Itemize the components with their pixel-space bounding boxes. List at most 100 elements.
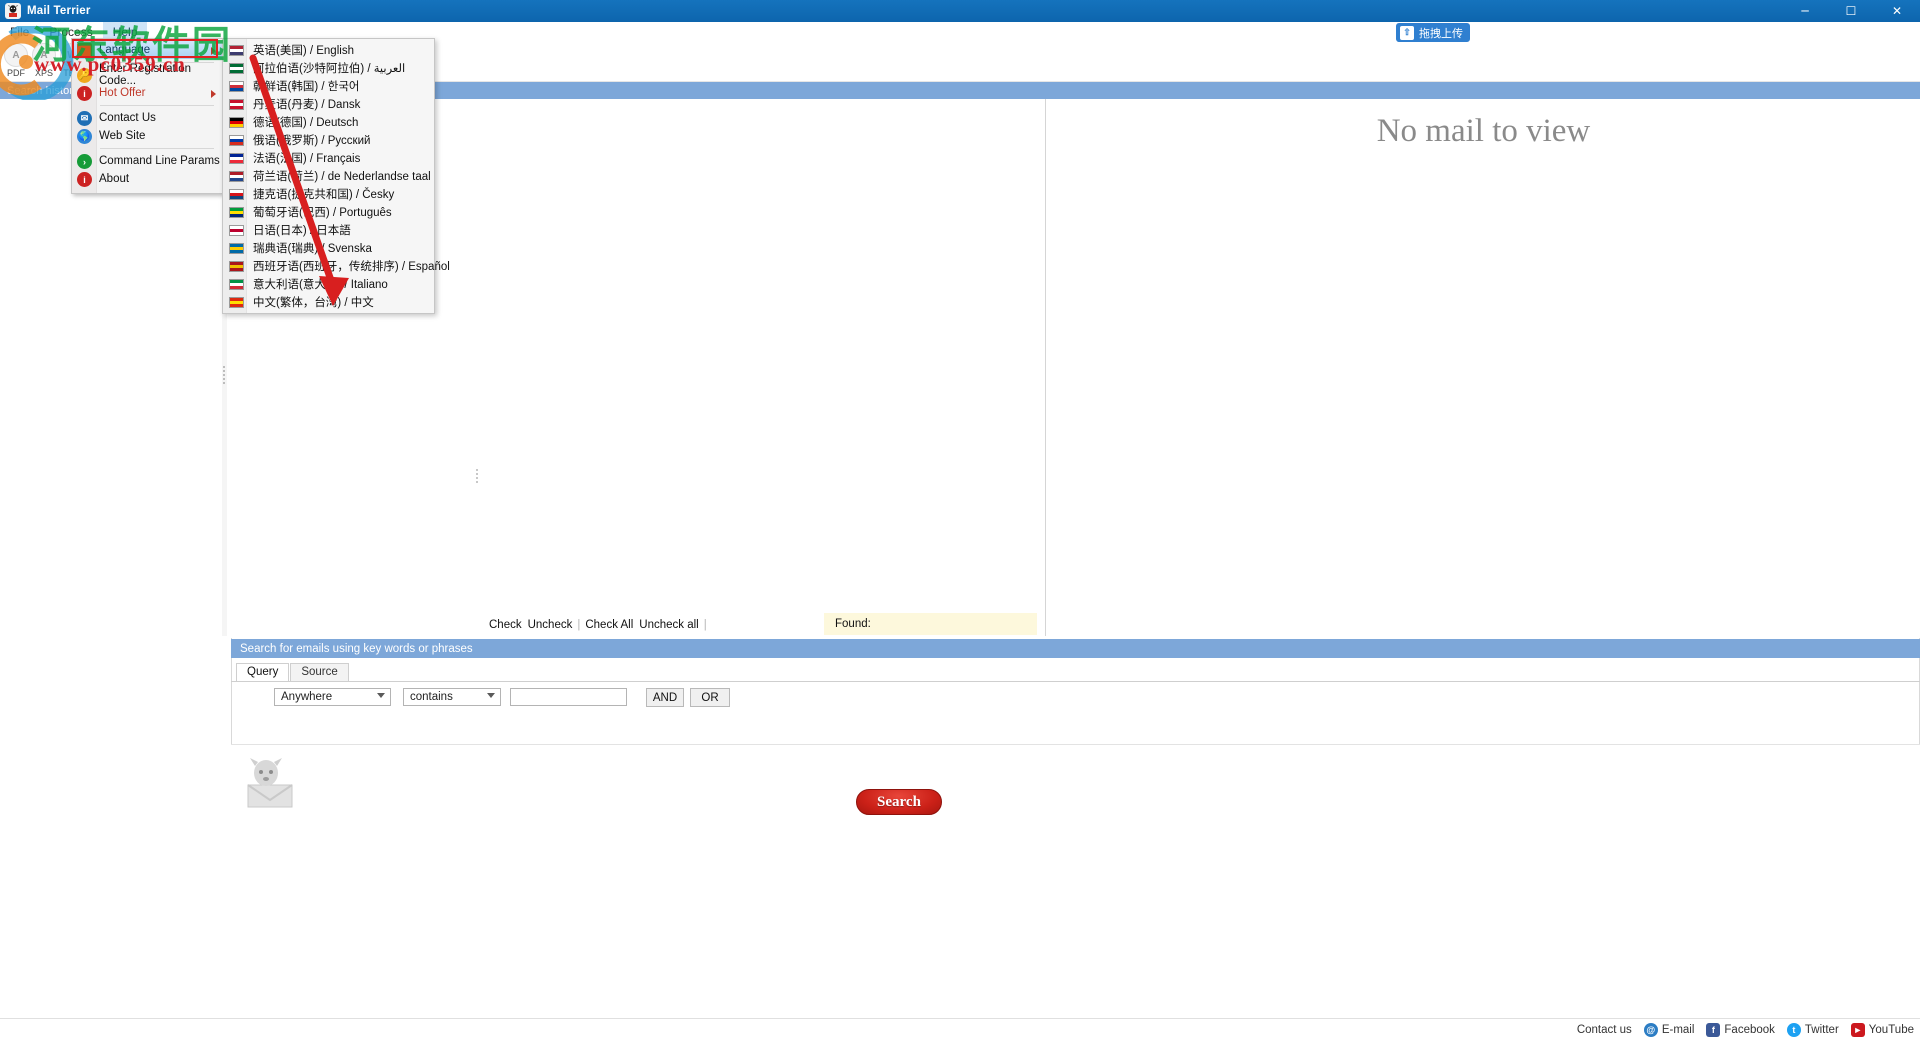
lang-german[interactable]: 德语(德国) / Deutsch [223,113,434,131]
menu-file[interactable]: File [0,22,39,43]
footer-link-facebook[interactable]: f Facebook [1706,1022,1775,1037]
operator-select-value: contains [410,691,453,703]
toolbar-xps[interactable]: A XPS [31,43,57,78]
uncheck-button[interactable]: Uncheck [528,619,573,631]
info-red-icon: i [77,86,92,101]
help-item-command-line-params-label: Command Line Params [99,155,220,167]
info-red-icon-2: i [77,172,92,187]
title-bar: Mail Terrier ─ ☐ ✕ [0,0,1920,22]
lang-russian[interactable]: 俄语(俄罗斯) / Русский [223,131,434,149]
lang-german-label: 德语(德国) / Deutsch [253,117,359,129]
help-item-hot-offer[interactable]: i Hot Offer [72,84,222,102]
lang-danish[interactable]: 丹麦语(丹麦) / Dansk [223,95,434,113]
lang-italian[interactable]: 意大利语(意大利) / Italiano [223,275,434,293]
footer-link-email[interactable]: @ E-mail [1643,1022,1695,1037]
help-item-contact-us-label: Contact Us [99,112,156,124]
lang-spanish[interactable]: 西班牙语(西班牙，传统排序) / Español [223,257,450,275]
email-icon: @ [1643,1022,1658,1037]
search-action-area: Search [231,744,1920,829]
lang-arabic-label: 阿拉伯语(沙特阿拉伯) / العربية [253,63,406,75]
lang-portuguese-label: 葡萄牙语(巴西) / Português [253,207,392,219]
footer-link-youtube-label: YouTube [1868,1023,1914,1036]
lang-japanese[interactable]: 日语(日本) / 日本語 [223,221,434,239]
found-label: Found: [835,618,871,630]
menu-separator-2 [100,105,214,106]
window-title: Mail Terrier [27,5,91,17]
query-panel-title: Search for emails using key words or phr… [240,642,473,655]
lang-spanish-label: 西班牙语(西班牙，传统排序) / Español [253,261,450,273]
flag-it-icon [229,279,244,290]
flag-us-icon [229,45,244,56]
or-button[interactable]: OR [690,688,730,707]
lang-italian-label: 意大利语(意大利) / Italiano [253,279,388,291]
maximize-button[interactable]: ☐ [1828,0,1874,22]
flag-dk-icon [229,99,244,110]
lang-dutch[interactable]: 荷兰语(荷兰) / de Nederlandse taal [223,167,434,185]
no-mail-message: No mail to view [1376,113,1591,149]
close-button[interactable]: ✕ [1874,0,1920,22]
minimize-button[interactable]: ─ [1782,0,1828,22]
lang-english[interactable]: 英语(美国) / English [223,41,434,59]
operator-select[interactable]: contains [403,688,501,706]
footer-bar: Contact us @ E-mail f Facebook t Twitter… [0,1018,1920,1040]
lang-swedish-label: 瑞典语(瑞典) / Svenska [253,243,372,255]
submenu-arrow-icon-2 [211,90,216,98]
flag-de-icon [229,117,244,128]
flag-se-icon [229,243,244,254]
footer-link-twitter[interactable]: t Twitter [1786,1022,1839,1037]
lang-korean[interactable]: 朝鲜语(韩国) / 한국어 [223,77,434,95]
keyword-input[interactable] [510,688,627,706]
mail-preview-pane: No mail to view [1047,99,1920,636]
footer-link-twitter-label: Twitter [1804,1023,1839,1036]
flag-ru-icon [229,135,244,146]
toolbar-pdf[interactable]: A PDF [3,43,29,78]
window-controls: ─ ☐ ✕ [1782,0,1920,22]
lang-swedish[interactable]: 瑞典语(瑞典) / Svenska [223,239,434,257]
help-item-hot-offer-label: Hot Offer [99,87,146,99]
tab-query[interactable]: Query [236,663,290,681]
lang-french[interactable]: 法语(法国) / Français [223,149,434,167]
scope-select-value: Anywhere [281,691,333,703]
toolbar-xps-label: XPS [34,68,53,78]
help-item-about[interactable]: i About [72,170,222,188]
footer-link-facebook-label: Facebook [1724,1023,1775,1036]
help-item-registration[interactable]: 🔑 Enter Registration Code... [72,63,222,87]
flag-br-icon [229,207,244,218]
help-menu: Language 🔑 Enter Registration Code... i … [71,38,223,194]
horizontal-splitter-grip[interactable] [476,467,480,485]
annotation-highlight-box [72,39,218,58]
lang-dutch-label: 荷兰语(荷兰) / de Nederlandse taal [253,171,431,183]
query-tabs: Query Source [236,662,350,681]
lang-arabic[interactable]: 阿拉伯语(沙特阿拉伯) / العربية [223,59,434,77]
pdf-icon: A [4,43,28,67]
toolbar-pdf-label: PDF [7,68,25,78]
search-button[interactable]: Search [856,789,942,815]
divider: | [577,618,581,631]
globe-icon: 🌎 [77,129,92,144]
help-item-command-line-params[interactable]: › Command Line Params [72,152,222,170]
footer-link-email-label: E-mail [1661,1023,1695,1036]
help-item-web-site-label: Web Site [99,130,146,142]
check-all-button[interactable]: Check All [585,619,633,631]
flag-cz-icon [229,189,244,200]
flag-fr-icon [229,153,244,164]
footer-link-youtube[interactable]: ► YouTube [1850,1022,1914,1037]
scope-select[interactable]: Anywhere [274,688,391,706]
lang-czech[interactable]: 捷克语(捷克共和国) / Česky [223,185,434,203]
and-button[interactable]: AND [646,688,684,707]
key-icon: 🔑 [77,68,92,83]
lang-portuguese[interactable]: 葡萄牙语(巴西) / Português [223,203,434,221]
uncheck-all-button[interactable]: Uncheck all [639,619,698,631]
lang-french-label: 法语(法国) / Français [253,153,361,165]
lang-chinese-traditional[interactable]: 中文(繁体，台湾) / 中文 [223,293,434,311]
menu-separator-3 [100,148,214,149]
contact-us-label: Contact us [1576,1023,1632,1036]
chevron-down-icon-2 [487,693,495,698]
help-item-contact-us[interactable]: ✉ Contact Us [72,109,222,127]
help-item-web-site[interactable]: 🌎 Web Site [72,127,222,145]
check-button[interactable]: Check [489,619,522,631]
found-status: Found: [824,613,1037,635]
tab-underline [231,681,1920,682]
lang-czech-label: 捷克语(捷克共和国) / Česky [253,189,395,201]
tab-source[interactable]: Source [290,663,349,681]
